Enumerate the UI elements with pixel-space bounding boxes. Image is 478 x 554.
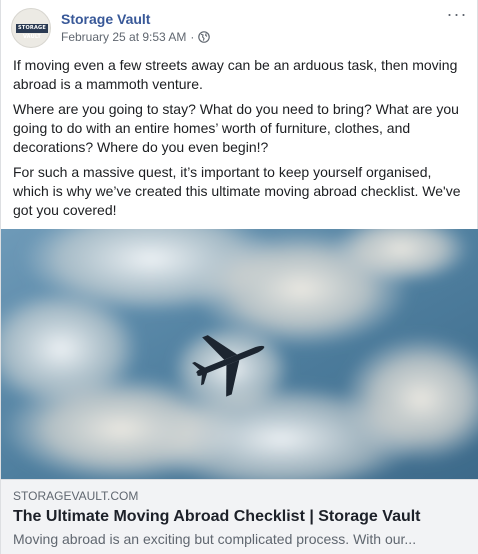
post-paragraph: For such a massive quest, it’s important…: [13, 164, 461, 218]
avatar-logo-text: STORAGE VAULT: [18, 25, 46, 40]
meta-separator: ·: [190, 30, 195, 44]
link-domain: STORAGEVAULT.COM: [13, 489, 139, 503]
globe-icon: [198, 31, 211, 43]
link-preview-image[interactable]: [1, 229, 478, 479]
link-title[interactable]: The Ultimate Moving Abroad Checklist | S…: [13, 507, 467, 527]
post-timestamp[interactable]: February 25 at 9:53 AM: [61, 29, 186, 45]
post-meta: February 25 at 9:53 AM ·: [61, 29, 211, 45]
link-description: Moving abroad is an exciting but complic…: [13, 531, 417, 547]
post-paragraph: Where are you going to stay? What do you…: [13, 101, 459, 155]
post-header: STORAGE VAULT Storage Vault February 25 …: [11, 5, 469, 50]
page-name-link[interactable]: Storage Vault: [61, 10, 150, 28]
post-text: If moving even a few streets away can be…: [13, 56, 467, 226]
more-options-icon[interactable]: ···: [445, 5, 469, 28]
avatar[interactable]: STORAGE VAULT: [11, 8, 51, 48]
facebook-post: STORAGE VAULT Storage Vault February 25 …: [0, 0, 478, 554]
post-paragraph: If moving even a few streets away can be…: [13, 57, 458, 92]
link-preview-info[interactable]: STORAGEVAULT.COM The Ultimate Moving Abr…: [1, 479, 478, 554]
